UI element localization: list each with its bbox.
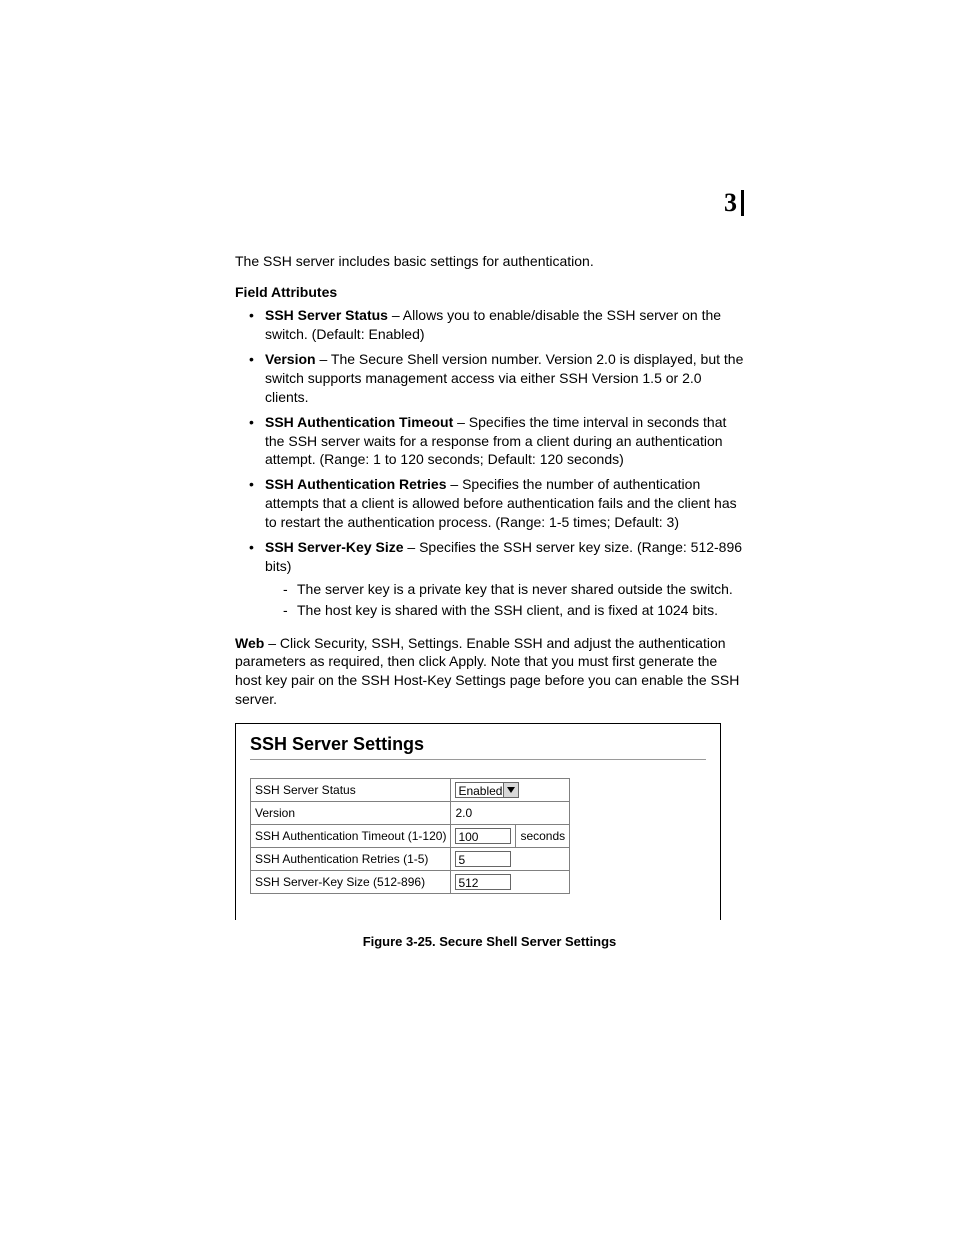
settings-table: SSH Server Status Enabled Version 2.0 SS… <box>250 778 570 894</box>
panel-title: SSH Server Settings <box>250 734 706 755</box>
sub-list-item: The host key is shared with the SSH clie… <box>283 601 744 620</box>
list-item: Version – The Secure Shell version numbe… <box>249 350 744 407</box>
list-item: SSH Authentication Retries – Specifies t… <box>249 475 744 532</box>
ssh-retries-input[interactable]: 5 <box>455 851 511 867</box>
web-desc: – Click Security, SSH, Settings. Enable … <box>235 635 739 708</box>
field-name: Version <box>265 351 316 367</box>
list-item: SSH Authentication Timeout – Specifies t… <box>249 413 744 470</box>
value-cell: Enabled <box>451 779 570 802</box>
table-row: Version 2.0 <box>251 802 570 825</box>
chevron-down-icon <box>503 783 518 797</box>
field-name: SSH Authentication Retries <box>265 476 447 492</box>
sub-list: The server key is a private key that is … <box>283 580 744 620</box>
label-cell: Version <box>251 802 451 825</box>
ssh-status-select[interactable]: Enabled <box>455 782 519 798</box>
value-cell: 512 <box>451 871 570 894</box>
unit-cell: seconds <box>516 825 570 848</box>
chapter-number: 3 <box>724 190 744 216</box>
label-cell: SSH Authentication Timeout (1-120) <box>251 825 451 848</box>
field-name: SSH Authentication Timeout <box>265 414 453 430</box>
list-item: SSH Server-Key Size – Specifies the SSH … <box>249 538 744 620</box>
ssh-keysize-input[interactable]: 512 <box>455 874 511 890</box>
field-desc: – The Secure Shell version number. Versi… <box>265 351 743 405</box>
ssh-timeout-input[interactable]: 100 <box>455 828 511 844</box>
value-cell: 100 <box>451 825 516 848</box>
web-label: Web <box>235 635 264 651</box>
figure-caption: Figure 3-25. Secure Shell Server Setting… <box>235 934 744 949</box>
label-cell: SSH Authentication Retries (1-5) <box>251 848 451 871</box>
select-value: Enabled <box>458 784 502 798</box>
field-name: SSH Server Status <box>265 307 388 323</box>
document-page: 3 The SSH server includes basic settings… <box>0 0 954 1235</box>
field-attributes-heading: Field Attributes <box>235 284 744 300</box>
table-row: SSH Server-Key Size (512-896) 512 <box>251 871 570 894</box>
label-cell: SSH Server Status <box>251 779 451 802</box>
value-cell: 2.0 <box>451 802 570 825</box>
label-cell: SSH Server-Key Size (512-896) <box>251 871 451 894</box>
table-row: SSH Authentication Timeout (1-120) 100 s… <box>251 825 570 848</box>
field-name: SSH Server-Key Size <box>265 539 404 555</box>
intro-text: The SSH server includes basic settings f… <box>235 252 744 270</box>
field-attributes-list: SSH Server Status – Allows you to enable… <box>249 306 744 619</box>
sub-list-item: The server key is a private key that is … <box>283 580 744 599</box>
table-row: SSH Server Status Enabled <box>251 779 570 802</box>
table-row: SSH Authentication Retries (1-5) 5 <box>251 848 570 871</box>
list-item: SSH Server Status – Allows you to enable… <box>249 306 744 344</box>
divider <box>250 759 706 760</box>
ssh-settings-panel: SSH Server Settings SSH Server Status En… <box>235 723 721 920</box>
value-cell: 5 <box>451 848 570 871</box>
web-note: Web – Click Security, SSH, Settings. Ena… <box>235 634 744 710</box>
